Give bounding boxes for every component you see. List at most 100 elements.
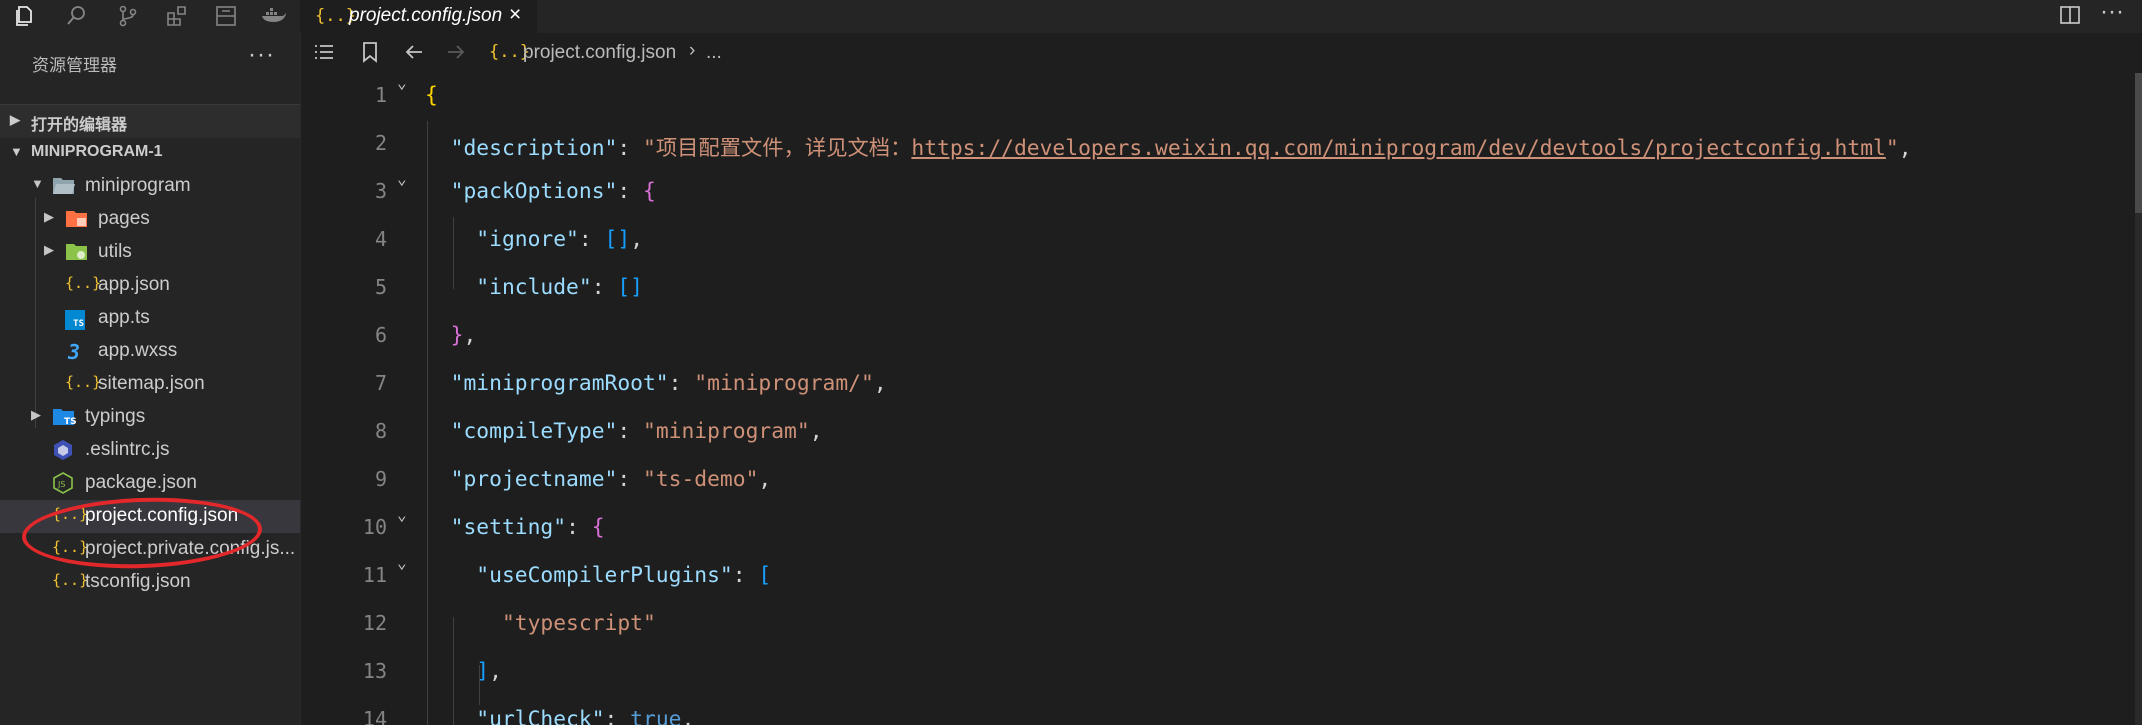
colon: : [591, 275, 618, 300]
outline-list-icon[interactable] [313, 41, 335, 68]
comma: , [1898, 136, 1912, 161]
arrow-back-icon[interactable] [403, 41, 425, 68]
comma: , [489, 659, 502, 684]
tree-item-eslintrc[interactable]: .eslintrc.js [0, 434, 300, 467]
code-line-14: 14 "urlCheck": true, [301, 697, 2142, 725]
tree-item-label: utils [98, 241, 132, 262]
tree-item-app-ts[interactable]: TS app.ts [0, 302, 300, 335]
comma: , [758, 467, 772, 492]
json-key: "include" [476, 275, 592, 300]
code-line-6: 6 }, [301, 313, 2142, 361]
fold-chevron-icon[interactable]: ⌄ [397, 169, 407, 188]
tree-item-label: app.json [98, 274, 170, 295]
tree-item-typings[interactable]: ▶ TS typings [0, 401, 300, 434]
arrow-forward-icon[interactable] [445, 41, 467, 68]
colon: : [617, 419, 643, 444]
bookmark-icon[interactable] [359, 41, 381, 68]
tab-label: project.config.json [349, 5, 503, 26]
brace: } [450, 323, 464, 348]
code-line-12: 12 "typescript" [301, 601, 2142, 649]
docker-icon[interactable] [252, 0, 292, 33]
tree-item-label: app.wxss [98, 340, 178, 361]
tree-item-pages[interactable]: ▶ pages [0, 203, 300, 236]
more-actions-button[interactable]: ··· [2100, 0, 2124, 26]
tree-item-app-wxss[interactable]: 3 app.wxss [0, 335, 300, 368]
json-string: "typescript" [501, 611, 656, 636]
colon: : [578, 227, 605, 252]
split-editor-icon[interactable] [2059, 4, 2081, 31]
chevron-right-icon: ▶ [44, 242, 54, 257]
line-number: 2 [374, 131, 387, 155]
open-editors-section[interactable]: ▶ 打开的编辑器 [0, 104, 300, 138]
json-url-link[interactable]: https://developers.weixin.qq.com/minipro… [911, 136, 1885, 161]
line-number: 6 [374, 323, 387, 347]
chevron-down-icon: ▼ [31, 176, 44, 191]
breadcrumb-separator-icon: › [689, 40, 696, 61]
fold-chevron-icon[interactable]: ⌄ [397, 73, 407, 92]
editor-toolbar: {..} project.config.json › ... [301, 33, 2142, 73]
close-icon[interactable]: × [509, 3, 521, 27]
scrollbar-thumb[interactable] [2135, 73, 2142, 213]
extensions-icon[interactable] [157, 0, 197, 33]
comma: , [681, 707, 695, 725]
comma: , [873, 371, 887, 396]
tree-item-label: app.ts [98, 307, 150, 328]
line-number: 13 [362, 659, 387, 683]
tree-item-label: tsconfig.json [85, 571, 191, 592]
code-editor[interactable]: 1 ⌄ { 2 "description": "项目配置文件，详见文档：http… [301, 73, 2142, 725]
svg-text:JS: JS [57, 480, 65, 489]
fold-chevron-icon[interactable]: ⌄ [397, 553, 407, 572]
chevron-right-icon: ▶ [44, 209, 54, 224]
line-number: 11 [362, 563, 387, 587]
json-key: "compileType" [450, 419, 618, 444]
line-number: 10 [362, 515, 387, 539]
line-number: 9 [374, 467, 387, 491]
line-number: 3 [374, 179, 387, 203]
colon: : [617, 136, 643, 161]
code-line-13: 13 ], [301, 649, 2142, 697]
breadcrumb-file[interactable]: project.config.json [523, 42, 676, 64]
bracket: [ [758, 563, 772, 588]
line-number: 14 [362, 707, 387, 725]
line-number: 1 [374, 83, 387, 107]
remote-explorer-icon[interactable] [206, 0, 246, 33]
line-number: 8 [374, 419, 387, 443]
json-string: "miniprogram/" [694, 371, 874, 396]
chevron-right-icon: ▶ [10, 112, 20, 127]
json-key: "packOptions" [450, 179, 618, 204]
json-key: "useCompilerPlugins" [476, 563, 733, 588]
project-section[interactable]: ▼ MINIPROGRAM-1 [0, 137, 300, 170]
json-icon: {..} [52, 571, 89, 589]
tree-item-tsconfig-json[interactable]: {..} tsconfig.json [0, 566, 300, 599]
line-number: 4 [374, 227, 387, 251]
tree-item-package-json[interactable]: JS package.json [0, 467, 300, 500]
tree-item-label: .eslintrc.js [85, 439, 170, 460]
json-key: "urlCheck" [476, 707, 605, 725]
colon: : [617, 467, 643, 492]
tree-item-utils[interactable]: ▶ utils [0, 236, 300, 269]
tree-item-label: sitemap.json [98, 373, 205, 394]
code-line-2: 2 "description": "项目配置文件，详见文档：https://de… [301, 121, 2142, 169]
tree-item-sitemap-json[interactable]: {..} sitemap.json [0, 368, 300, 401]
tree-item-miniprogram[interactable]: ▼ miniprogram [0, 170, 300, 203]
line-number: 5 [374, 275, 387, 299]
line-number: 12 [362, 611, 387, 635]
search-icon[interactable] [56, 0, 96, 33]
source-control-icon[interactable] [108, 0, 148, 33]
files-icon[interactable] [4, 0, 44, 33]
array: [] [617, 275, 644, 300]
svg-text:TS: TS [64, 417, 77, 427]
colon: : [566, 515, 592, 540]
fold-chevron-icon[interactable]: ⌄ [397, 505, 407, 524]
quote: " [1885, 136, 1899, 161]
line-number: 7 [374, 371, 387, 395]
more-actions-button[interactable]: ··· [248, 41, 275, 69]
chevron-down-icon: ▼ [10, 144, 23, 159]
breadcrumb-ellipsis[interactable]: ... [706, 42, 722, 64]
json-key: "setting" [450, 515, 567, 540]
tree-item-app-json[interactable]: {..} app.json [0, 269, 300, 302]
eslint-icon [52, 439, 76, 463]
comma: , [463, 323, 477, 348]
comma: , [630, 227, 644, 252]
tab-project-config-json[interactable]: {..} project.config.json × [301, 0, 537, 33]
